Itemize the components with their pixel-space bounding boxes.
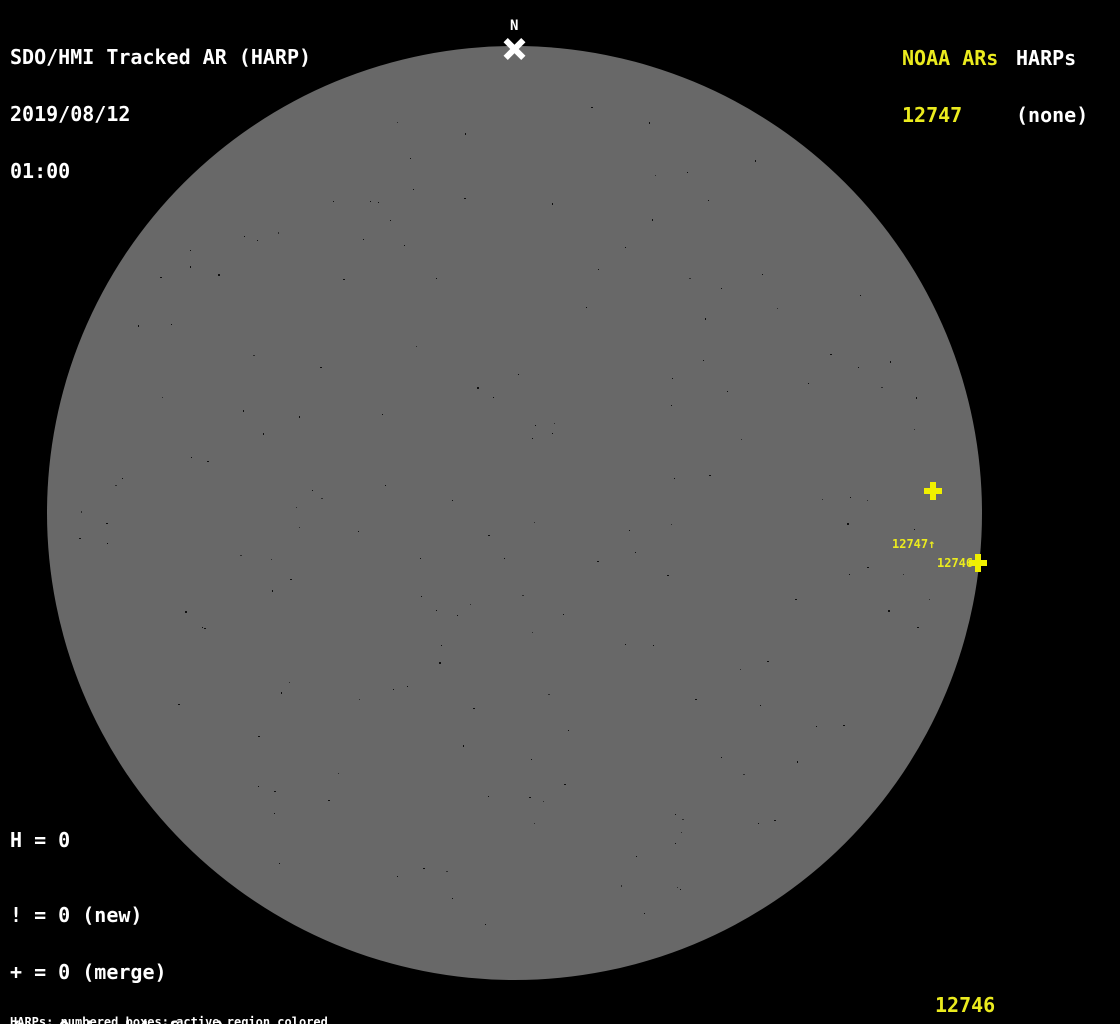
harps-column: HARPs (none) [1016,11,1088,163]
footnotes: HARPs: numbered boxes; active region col… [10,992,429,1024]
page-title: SDO/HMI Tracked AR (HARP) [10,48,311,67]
counter-row-new: ! = 0 (new) [10,906,239,925]
time-label: 01:00 [10,162,311,181]
date-label: 2019/08/12 [10,105,311,124]
bottom-right-ar-label: 12746 [935,995,995,1015]
harp-count: H = 0 [10,831,70,850]
north-pole-x-icon [503,37,526,60]
solar-tracking-view: SDO/HMI Tracked AR (HARP) 2019/08/12 01:… [0,0,1120,1024]
ar-label-12747: 12747↑ [892,537,935,551]
harps-header: HARPs [1016,49,1088,68]
footnote-harps: HARPs: numbered boxes; active region col… [10,1016,429,1024]
cross-bar [975,554,981,572]
header-block: SDO/HMI Tracked AR (HARP) 2019/08/12 01:… [10,10,311,219]
ar-label-12746: 12746 [937,556,973,570]
noaa-ars-header: NOAA ARs [902,49,998,68]
counter-row-merge: + = 0 (merge) [10,963,239,982]
harps-value: (none) [1016,106,1088,125]
north-label: N [510,19,518,33]
noaa-ars-column: NOAA ARs 12747 [902,11,998,163]
cross-bar [930,482,936,500]
noaa-ar-number: 12747 [902,106,998,125]
noaa-ar-cross-icon-12747 [924,482,942,500]
